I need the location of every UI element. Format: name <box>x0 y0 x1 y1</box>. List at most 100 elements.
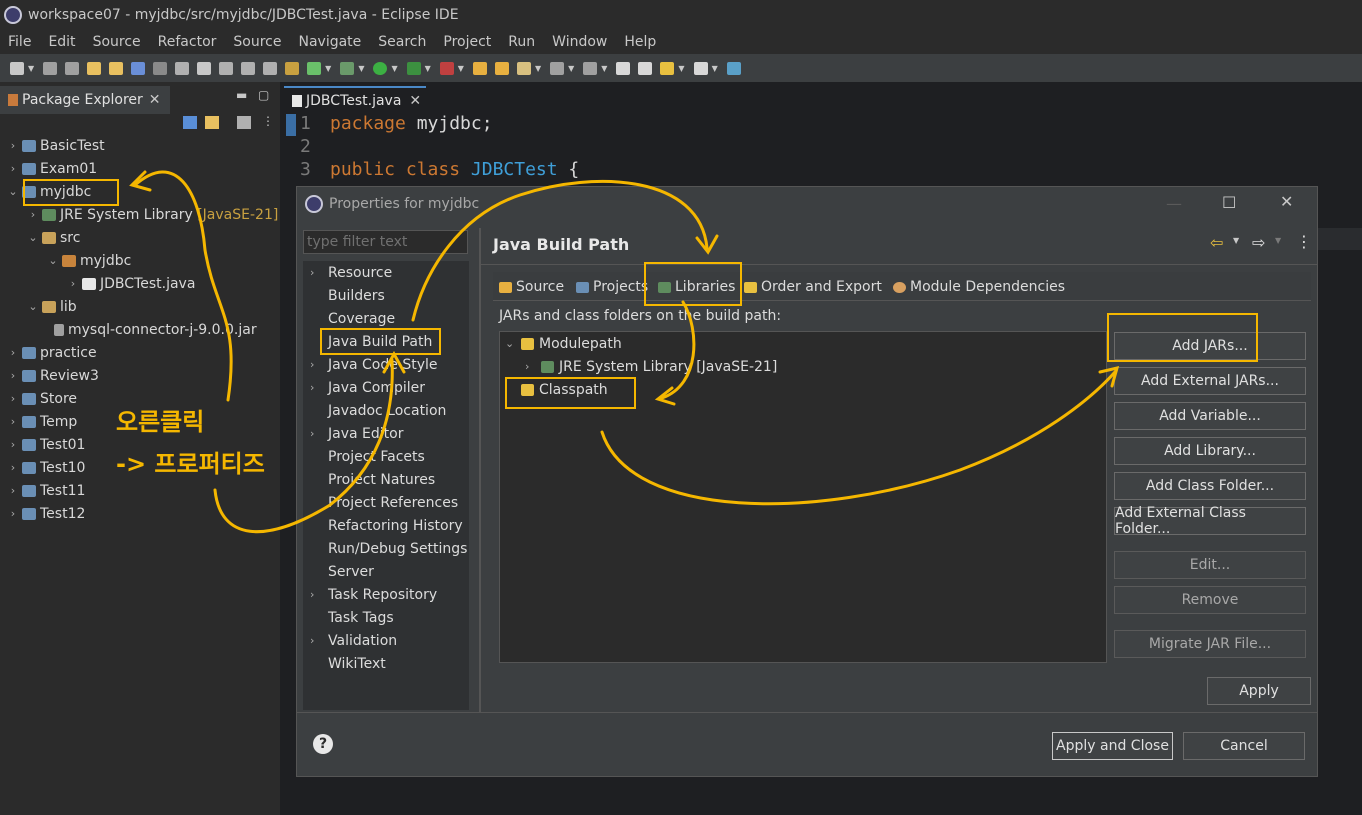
chevron-down-icon[interactable]: ▼ <box>568 64 574 73</box>
chevron-down-icon[interactable]: ▼ <box>712 64 718 73</box>
chevron-right-icon[interactable]: › <box>26 208 40 221</box>
tree-item-review3[interactable]: › Review3 <box>6 364 99 387</box>
nav-item-java-editor[interactable]: › Java Editor <box>310 422 403 445</box>
help-icon[interactable]: ? <box>313 734 333 754</box>
perspective-icon[interactable] <box>726 61 741 75</box>
chevron-right-icon[interactable]: › <box>6 346 20 359</box>
tree-item-practice[interactable]: › practice <box>6 341 97 364</box>
nav-item-validation[interactable]: › Validation <box>310 629 397 652</box>
nav-item-wikitext[interactable]: WikiText <box>310 652 386 675</box>
menu-window[interactable]: Window <box>552 34 607 50</box>
minimize-icon[interactable]: — <box>1166 194 1182 213</box>
view-menu-icon[interactable]: ⋮ <box>1296 232 1312 251</box>
chevron-right-icon[interactable]: › <box>310 634 328 647</box>
tab-projects[interactable]: Projects <box>576 279 648 295</box>
new-icon[interactable] <box>10 61 24 75</box>
add-jars-button[interactable]: Add JARs... <box>1114 332 1306 360</box>
back-arrow-icon[interactable] <box>660 61 675 75</box>
tab-module-dependencies[interactable]: Module Dependencies <box>893 279 1065 295</box>
chevron-right-icon[interactable]: › <box>6 162 20 175</box>
chevron-right-icon[interactable]: › <box>310 427 328 440</box>
save-all-icon[interactable] <box>65 61 80 75</box>
nav-item-java-build-path[interactable]: Java Build Path <box>310 330 432 353</box>
chevron-down-icon[interactable]: ▼ <box>425 64 431 73</box>
chevron-right-icon[interactable]: › <box>6 139 20 152</box>
skip-breakpoints-icon[interactable] <box>153 61 168 75</box>
chevron-right-icon[interactable]: › <box>6 484 20 497</box>
panel-divider[interactable] <box>479 228 481 712</box>
add-external-jars-button[interactable]: Add External JARs... <box>1114 367 1306 395</box>
toggle-mark-icon[interactable] <box>175 61 190 75</box>
menu-project[interactable]: Project <box>443 34 491 50</box>
save-icon[interactable] <box>43 61 58 75</box>
run-icon[interactable] <box>373 61 388 75</box>
chevron-down-icon[interactable]: ▼ <box>458 64 464 73</box>
redo-icon[interactable] <box>109 61 124 75</box>
new-folder-icon[interactable] <box>472 61 487 75</box>
chevron-right-icon[interactable]: › <box>310 358 328 371</box>
open-type-icon[interactable] <box>219 61 234 75</box>
apply-button[interactable]: Apply <box>1207 677 1311 705</box>
chevron-down-icon[interactable]: ▼ <box>1233 236 1239 245</box>
menu-file[interactable]: File <box>8 34 31 50</box>
nav-item-project-natures[interactable]: Project Natures <box>310 468 435 491</box>
tree-item-jdbctest[interactable]: › JDBCTest.java <box>66 272 196 295</box>
close-icon[interactable]: ✕ <box>409 93 421 109</box>
chevron-right-icon[interactable]: › <box>310 266 328 279</box>
chevron-right-icon[interactable]: › <box>6 461 20 474</box>
tree-item-basictest[interactable]: › BasicTest <box>6 134 105 157</box>
nav-item-server[interactable]: Server <box>310 560 374 583</box>
editor-tab-jdbctest[interactable]: JDBCTest.java ✕ <box>284 86 426 114</box>
refresh-icon[interactable] <box>307 61 322 75</box>
back-arrow-icon[interactable]: ⇦ <box>1210 233 1223 252</box>
run-coverage-icon[interactable] <box>406 61 421 75</box>
external-tools-icon[interactable] <box>439 61 454 75</box>
migrate-jar-button[interactable]: Migrate JAR File... <box>1114 630 1306 658</box>
pencil-icon[interactable] <box>516 61 531 75</box>
nav-item-task-tags[interactable]: Task Tags <box>310 606 394 629</box>
tree-item-lib[interactable]: ⌄ lib <box>26 295 76 318</box>
tree-item-jar[interactable]: mysql-connector-j-9.0.0.jar <box>52 318 257 341</box>
nav-item-javadoc-location[interactable]: Javadoc Location <box>310 399 446 422</box>
annotation-icon[interactable] <box>550 61 565 75</box>
chevron-down-icon[interactable]: ▼ <box>391 64 397 73</box>
chevron-down-icon[interactable]: ▼ <box>28 64 34 73</box>
add-variable-button[interactable]: Add Variable... <box>1114 402 1306 430</box>
debug-icon[interactable] <box>340 61 355 75</box>
tree-item-test01[interactable]: › Test01 <box>6 433 86 456</box>
link-with-editor-icon[interactable] <box>205 116 219 129</box>
chevron-down-icon[interactable]: ▼ <box>1275 236 1281 245</box>
tree-item-exam01[interactable]: › Exam01 <box>6 157 97 180</box>
tab-libraries[interactable]: Libraries <box>658 279 735 295</box>
tree-item-test12[interactable]: › Test12 <box>6 502 86 525</box>
close-icon[interactable]: ✕ <box>149 92 161 108</box>
chevron-right-icon[interactable]: › <box>6 415 20 428</box>
nav-item-project-references[interactable]: Project References <box>310 491 458 514</box>
tree-item-temp[interactable]: › Temp <box>6 410 78 433</box>
edit-button[interactable]: Edit... <box>1114 551 1306 579</box>
menu-navigate[interactable]: Navigate <box>298 34 361 50</box>
chevron-right-icon[interactable]: › <box>6 392 20 405</box>
chevron-down-icon[interactable]: ⌄ <box>505 337 521 350</box>
nav-item-resource[interactable]: › Resource <box>310 261 392 284</box>
tree-item-test11[interactable]: › Test11 <box>6 479 86 502</box>
apply-and-close-button[interactable]: Apply and Close <box>1052 732 1173 760</box>
pen-icon[interactable] <box>197 61 212 75</box>
remove-button[interactable]: Remove <box>1114 586 1306 614</box>
cancel-button[interactable]: Cancel <box>1183 732 1305 760</box>
chevron-down-icon[interactable]: ⌄ <box>6 185 20 198</box>
menu-refactor[interactable]: Refactor <box>158 34 217 50</box>
chevron-right-icon[interactable]: › <box>310 381 328 394</box>
tab-source[interactable]: Source <box>499 279 564 295</box>
open-task-icon[interactable] <box>241 61 256 75</box>
tree-item-store[interactable]: › Store <box>6 387 77 410</box>
chevron-down-icon[interactable]: ▼ <box>535 64 541 73</box>
code-line-3[interactable]: 3 public class JDBCTest { <box>300 159 579 182</box>
package-explorer-tab[interactable]: Package Explorer ✕ <box>0 86 170 114</box>
chevron-right-icon[interactable]: › <box>6 438 20 451</box>
menu-help[interactable]: Help <box>624 34 656 50</box>
tree-item-classpath[interactable]: Classpath <box>505 378 608 401</box>
chevron-right-icon[interactable]: › <box>310 588 328 601</box>
code-line-1[interactable]: 1 package myjdbc; <box>300 113 493 136</box>
back-edit-icon[interactable] <box>616 61 631 75</box>
